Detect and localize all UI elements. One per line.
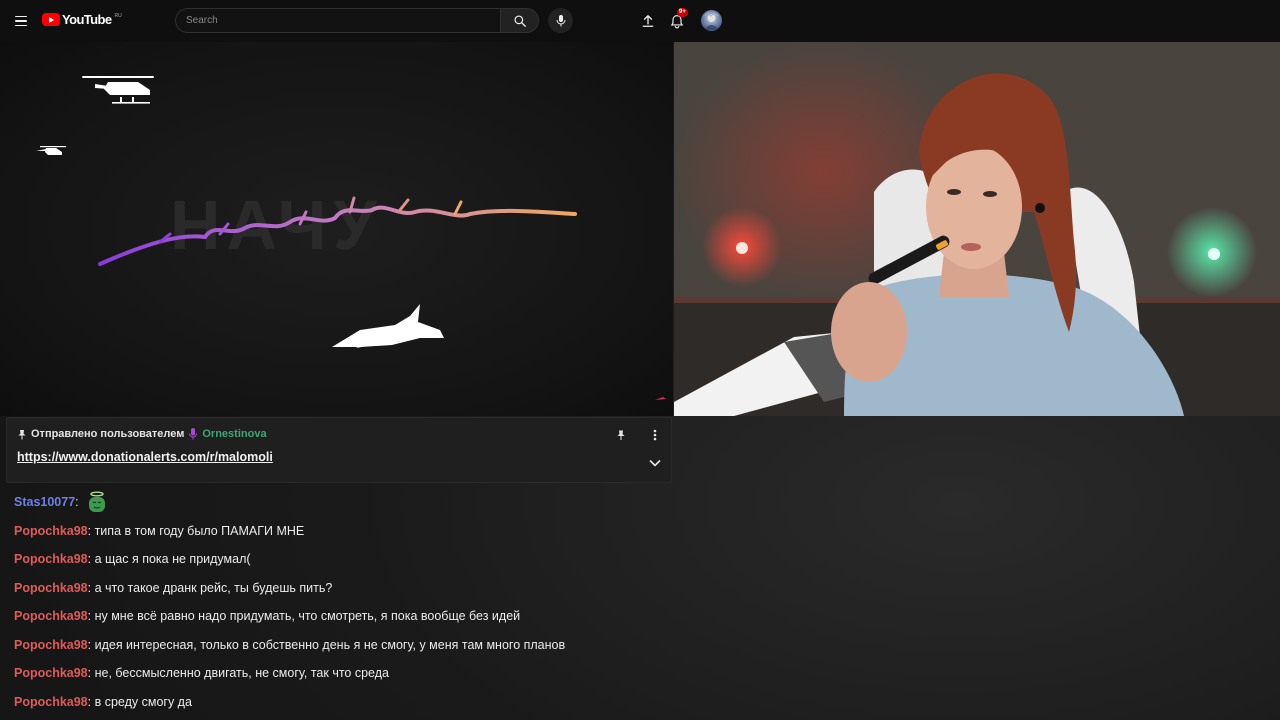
microphone-icon <box>556 14 565 26</box>
search-box <box>175 8 500 33</box>
unpin-button[interactable] <box>613 427 629 443</box>
avatar-image <box>704 12 719 30</box>
small-helicopter-icon <box>36 146 66 155</box>
chat-author[interactable]: Popochka98 <box>14 581 88 595</box>
top-bar: YouTube RU Search 9+ <box>0 0 1280 42</box>
chat-text: : идея интересная, только в собственно д… <box>87 637 566 652</box>
chat-text: : в среду смогу да <box>87 694 192 709</box>
chat-message: Popochka98: идея интересная, только в со… <box>14 631 714 660</box>
chat-text: : ну мне всё равно надо придумать, что с… <box>87 609 521 624</box>
page: YouTube RU Search 9+ НАЧУ Отправлено пол… <box>0 0 1280 720</box>
chat-text: : а щас я пока не придумал( <box>87 552 251 567</box>
chat-author[interactable]: Popochka98 <box>14 524 88 538</box>
chat-text: : не, бессмысленно двигать, не смогу, та… <box>87 666 389 681</box>
chevron-down-icon <box>649 459 661 467</box>
hamburger-icon-line <box>15 15 27 18</box>
pinned-header: Отправлено пользователем Ornestinova <box>17 427 267 441</box>
webcam-image <box>674 42 1280 416</box>
chat-author[interactable]: Popochka98 <box>14 638 88 652</box>
pinned-donation-link[interactable]: https://www.donationalerts.com/r/malomol… <box>17 450 273 464</box>
pinned-username[interactable]: Ornestinova <box>202 428 266 440</box>
notifications-button[interactable]: 9+ <box>666 8 688 32</box>
search-icon <box>513 14 526 27</box>
notification-badge: 9+ <box>677 8 688 17</box>
youtube-play-icon <box>42 13 60 26</box>
expand-pinned-button[interactable] <box>647 455 663 471</box>
chat-author[interactable]: Popochka98 <box>14 552 88 566</box>
upload-icon <box>642 15 654 27</box>
microphone-badge-icon <box>189 428 198 440</box>
more-options-button[interactable] <box>647 427 663 443</box>
chat-message: Popochka98: а что такое дранк рейс, ты б… <box>14 574 714 603</box>
pinned-message: Отправлено пользователем Ornestinova htt… <box>6 417 672 483</box>
voice-search-button[interactable] <box>548 8 573 33</box>
chat-author[interactable]: Stas10077 <box>14 495 75 509</box>
chat-list: Stas10077: Popochka98: типа в том году б… <box>14 488 714 716</box>
chat-colon: : <box>75 495 79 510</box>
chat-message: Popochka98: ну мне всё равно надо придум… <box>14 602 714 631</box>
chat-message: Popochka98: не, бессмысленно двигать, не… <box>14 659 714 688</box>
hamburger-icon-line <box>15 24 27 27</box>
search-input[interactable] <box>186 15 490 26</box>
search-button[interactable] <box>500 8 539 33</box>
webcam-panel[interactable] <box>674 42 1280 416</box>
chat-message: Popochka98: а щас я пока не придумал( <box>14 545 714 574</box>
pinned-sent-by-label: Отправлено пользователем <box>31 428 185 440</box>
account-avatar[interactable] <box>701 10 722 31</box>
chat-message: Popochka98: в среду смогу да <box>14 688 714 717</box>
hamburger-icon-line <box>15 20 27 22</box>
halo-face-emoji-icon <box>88 491 105 513</box>
chat-text: : типа в том году было ПАМАГИ МНЕ <box>87 523 305 538</box>
vertical-dots-icon <box>653 429 657 441</box>
neon-script-stroke <box>98 205 577 266</box>
chat-author[interactable]: Popochka98 <box>14 666 88 680</box>
create-upload-button[interactable] <box>637 10 659 32</box>
chat-text: : а что такое дранк рейс, ты будешь пить… <box>87 580 333 595</box>
fighter-jet-icon <box>332 304 444 348</box>
pin-icon <box>18 429 26 439</box>
scene-graphics <box>36 76 666 400</box>
youtube-logo[interactable]: YouTube RU <box>42 12 122 27</box>
menu-button[interactable] <box>10 10 32 32</box>
chat-message: Popochka98: типа в том году было ПАМАГИ … <box>14 517 714 546</box>
chat-author[interactable]: Popochka98 <box>14 609 88 623</box>
logo-region: RU <box>114 12 122 19</box>
pin-icon <box>617 430 625 440</box>
chat-message: Stas10077: <box>14 488 714 517</box>
chat-author[interactable]: Popochka98 <box>14 695 88 709</box>
helicopter-icon <box>82 76 154 104</box>
stream-scene-panel[interactable]: НАЧУ <box>0 42 673 416</box>
logo-text: YouTube <box>62 12 112 27</box>
small-marker-icon <box>655 397 666 400</box>
